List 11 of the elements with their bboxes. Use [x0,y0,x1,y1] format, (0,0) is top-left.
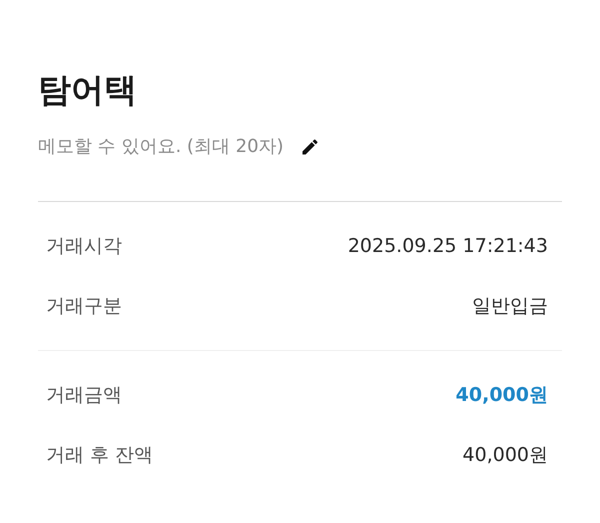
memo-field[interactable]: 메모할 수 있어요. (최대 20자) [38,136,290,157]
detail-value: 2025.09.25 17:21:43 [348,235,548,257]
detail-label: 거래금액 [46,383,122,408]
detail-label: 거래시각 [46,234,122,259]
pencil-icon[interactable] [300,136,320,156]
detail-label: 거래 후 잔액 [46,443,154,468]
detail-label: 거래구분 [46,294,122,319]
detail-value: 40,000원 [462,443,548,468]
detail-value: 40,000원 [456,383,548,408]
account-title: 탐어택 [38,69,138,111]
detail-value: 일반입금 [472,294,548,319]
